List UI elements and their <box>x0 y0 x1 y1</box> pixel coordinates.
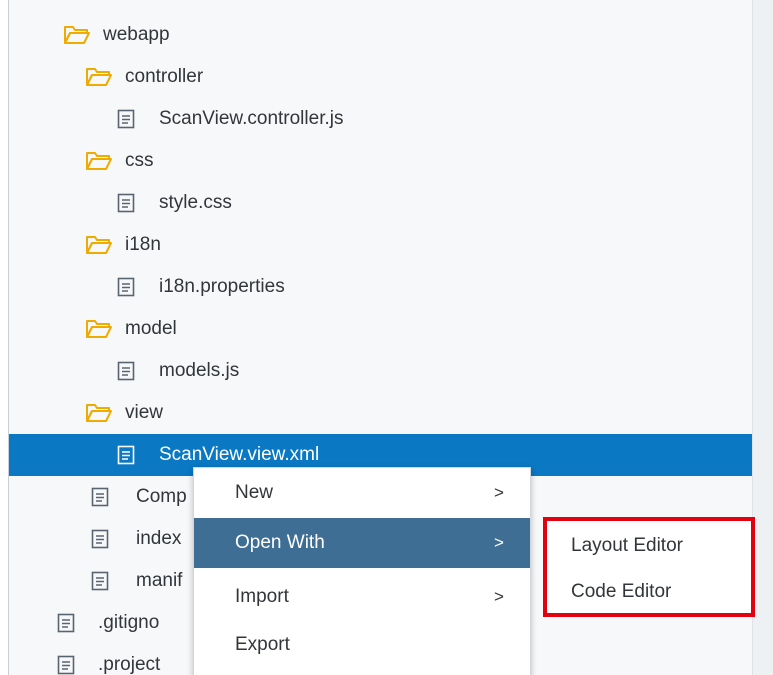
tree-item-file[interactable]: i18n.properties <box>9 266 752 308</box>
tree-item-file[interactable]: ScanView.controller.js <box>9 98 752 140</box>
folder-open-icon <box>85 392 113 434</box>
tree-item-file[interactable]: models.js <box>9 350 752 392</box>
tree-item-label: style.css <box>159 192 232 213</box>
menu-item-import[interactable]: Import > <box>194 572 530 622</box>
vertical-scrollbar[interactable] <box>752 0 773 675</box>
menu-item-new[interactable]: New > <box>194 468 530 518</box>
menu-item-label: New <box>235 482 274 503</box>
tree-item-label: ScanView.controller.js <box>159 108 344 129</box>
menu-item-label: Import <box>235 586 289 607</box>
submenu-item-label: Code Editor <box>571 581 672 602</box>
menu-item-open-with[interactable]: Open With > <box>194 518 530 568</box>
submenu-item-code-editor[interactable]: Code Editor <box>547 569 751 615</box>
menu-item-export[interactable]: Export <box>194 620 530 670</box>
file-icon <box>57 644 75 675</box>
tree-item-label: i18n.properties <box>159 276 285 297</box>
tree-item-label: manif <box>136 570 183 591</box>
ide-workspace: webapp controller ScanView.controller.js… <box>0 0 773 675</box>
file-icon <box>91 476 109 518</box>
tree-item-label: models.js <box>159 360 240 381</box>
context-menu: New > Open With > Import > Export <box>193 467 531 675</box>
chevron-right-icon: > <box>494 587 504 606</box>
tree-item-label: model <box>125 318 177 339</box>
tree-item-file[interactable]: style.css <box>9 182 752 224</box>
tree-item-label: webapp <box>103 24 170 45</box>
tree-item-folder[interactable]: css <box>9 140 752 182</box>
tree-item-label: css <box>125 150 154 171</box>
file-icon <box>91 518 109 560</box>
tree-item-folder[interactable]: i18n <box>9 224 752 266</box>
tree-item-label: .project <box>98 654 161 675</box>
chevron-right-icon: > <box>494 483 504 502</box>
folder-open-icon <box>63 14 91 56</box>
file-icon <box>57 602 75 644</box>
file-icon <box>117 350 135 392</box>
tree-item-label: .gitigno <box>98 612 160 633</box>
tree-item-label: index <box>136 528 182 549</box>
tree-item-label: view <box>125 402 164 423</box>
submenu-item-label: Layout Editor <box>571 535 683 556</box>
open-with-submenu: Layout Editor Code Editor <box>543 517 755 617</box>
tree-item-folder[interactable]: model <box>9 308 752 350</box>
chevron-right-icon: > <box>494 533 504 552</box>
folder-open-icon <box>85 308 113 350</box>
tree-item-label: Comp <box>136 486 187 507</box>
tree-item-folder[interactable]: webapp <box>9 14 752 56</box>
file-icon <box>117 434 135 476</box>
tree-item-label: controller <box>125 66 204 87</box>
tree-item-folder[interactable]: view <box>9 392 752 434</box>
file-icon <box>91 560 109 602</box>
file-icon <box>117 98 135 140</box>
submenu-item-layout-editor[interactable]: Layout Editor <box>547 523 751 569</box>
file-icon <box>117 266 135 308</box>
folder-open-icon <box>85 56 113 98</box>
file-icon <box>117 182 135 224</box>
menu-item-label: Export <box>235 634 290 655</box>
folder-open-icon <box>85 140 113 182</box>
tree-item-label: i18n <box>125 234 161 255</box>
folder-open-icon <box>85 224 113 266</box>
menu-item-label: Open With <box>235 532 325 553</box>
tree-item-folder[interactable]: controller <box>9 56 752 98</box>
